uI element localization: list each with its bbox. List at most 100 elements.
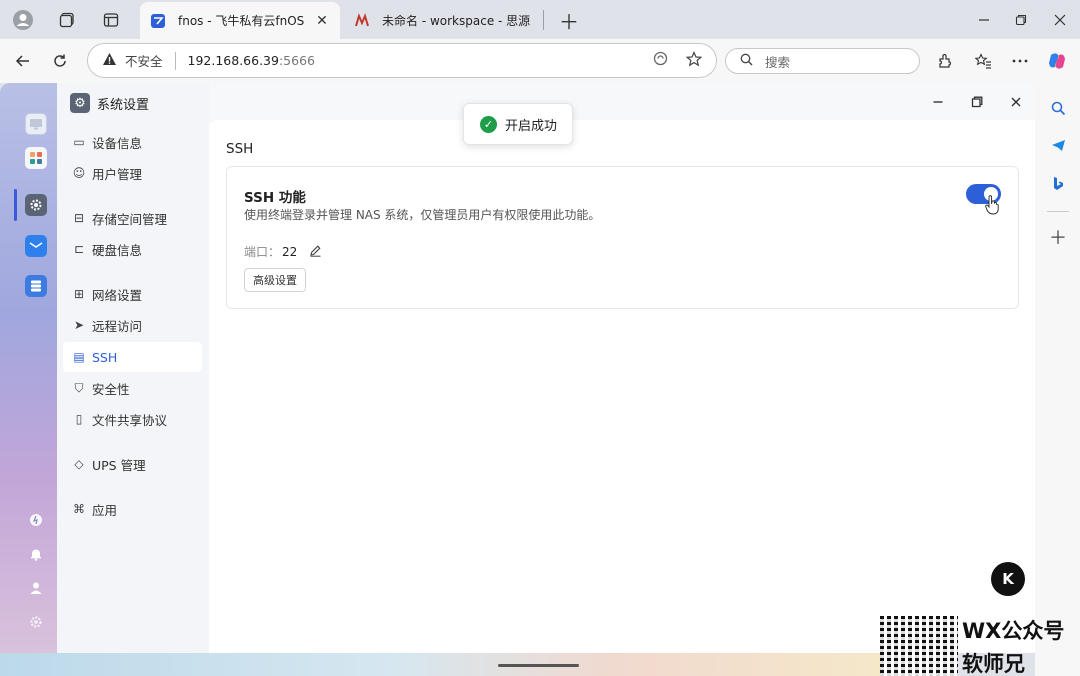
menu-item-label: 应用 — [92, 502, 118, 518]
back-icon[interactable] — [11, 49, 35, 73]
url-port: :5666 — [278, 53, 315, 68]
menu-item-user-management[interactable]: ☺ 用户管理 — [63, 158, 202, 188]
app-center-icon[interactable] — [25, 147, 47, 169]
menu-item-ssh[interactable]: ▤ SSH — [63, 342, 202, 372]
taskbar-strip — [0, 653, 880, 676]
advanced-settings-button[interactable]: 高级设置 — [244, 268, 306, 292]
ssh-description: 使用终端登录并管理 NAS 系统，仅管理员用户有权限使用此功能。 — [244, 208, 601, 222]
tab-title: fnos - 飞牛私有云fnOS — [178, 14, 305, 28]
dock-settings-icon[interactable] — [25, 611, 47, 633]
success-toast: ✓ 开启成功 — [463, 103, 573, 145]
tab-separator — [543, 10, 544, 30]
restore-icon[interactable] — [1009, 8, 1033, 32]
telegram-send-icon[interactable] — [1048, 135, 1068, 155]
menu-item-label: 设备信息 — [92, 135, 143, 151]
section-title: SSH — [226, 141, 254, 157]
menu-item-file-sharing[interactable]: ▯ 文件共享协议 — [63, 404, 202, 434]
settings-sidebar: ⚙ 系统设置 ▭ 设备信息 ☺ 用户管理 ⊟ 存储空间管理 ⊏ 硬盘信息 ⊞ 网… — [57, 83, 209, 653]
monitor-icon: ▭ — [73, 135, 85, 149]
menu-item-label: 用户管理 — [92, 166, 143, 182]
copilot-icon[interactable] — [1045, 49, 1069, 73]
refresh-icon[interactable] — [48, 49, 72, 73]
port-value: 22 — [282, 244, 298, 259]
settings-app-icon[interactable] — [25, 194, 47, 216]
bottom-handle[interactable] — [498, 664, 579, 667]
new-tab-icon[interactable]: ＋ — [557, 8, 581, 34]
tab-siyuan[interactable]: 未命名 - workspace - 思源笔 — [344, 2, 540, 39]
menu-item-label: SSH — [92, 349, 118, 365]
menu-item-label: UPS 管理 — [92, 457, 146, 473]
menu-item-label: 存储空间管理 — [92, 211, 168, 227]
close-tab-icon[interactable]: ✕ — [314, 13, 330, 29]
search-icon — [740, 53, 753, 70]
side-panel-separator — [1047, 211, 1069, 212]
menu-item-label: 网络设置 — [92, 287, 143, 303]
menu-item-label: 硬盘信息 — [92, 242, 143, 258]
insecure-label: 不安全 — [125, 54, 163, 69]
add-panel-icon[interactable]: ＋ — [1048, 227, 1068, 249]
more-icon[interactable] — [1008, 49, 1032, 73]
app-close-icon[interactable] — [1007, 93, 1025, 111]
desktop-dock — [0, 83, 57, 653]
menu-item-apps[interactable]: ⌘ 应用 — [63, 494, 202, 524]
success-check-icon: ✓ — [480, 115, 497, 133]
menu-item-disk-info[interactable]: ⊏ 硬盘信息 — [63, 234, 202, 264]
edit-pencil-icon[interactable] — [309, 244, 322, 260]
tab-actions-icon[interactable] — [99, 8, 123, 32]
favorites-icon[interactable] — [971, 49, 995, 73]
app-title: ⚙ 系统设置 — [70, 93, 149, 113]
floating-k-badge[interactable]: K — [991, 562, 1025, 596]
port-label: 端口： — [244, 245, 281, 259]
favorite-star-icon[interactable] — [685, 50, 703, 71]
ups-icon: ◇ — [74, 457, 84, 471]
network-icon: ⊞ — [73, 287, 85, 301]
tab-fnos[interactable]: fnos - 飞牛私有云fnOS ✕ — [140, 2, 340, 39]
file-icon: ▯ — [75, 412, 83, 426]
address-divider — [174, 51, 176, 70]
menu-item-storage[interactable]: ⊟ 存储空间管理 — [63, 203, 202, 233]
bing-icon[interactable] — [1048, 173, 1068, 193]
disk-icon: ⊏ — [73, 242, 85, 256]
profile-icon[interactable] — [11, 8, 35, 32]
sidebar-search-icon[interactable] — [1048, 98, 1068, 118]
app-title-text: 系统设置 — [97, 97, 150, 113]
storage-app-icon[interactable] — [25, 275, 47, 297]
warning-icon — [102, 52, 117, 70]
minimize-icon[interactable] — [972, 8, 996, 32]
tab-title: 未命名 - workspace - 思源笔 — [382, 14, 530, 28]
watermark-line2: 软师兄 — [962, 652, 1025, 676]
performance-icon[interactable] — [25, 509, 47, 531]
shield-icon: ⛉ — [74, 380, 84, 395]
ssh-panel: SSH SSH 功能 使用终端登录并管理 NAS 系统，仅管理员用户有权限使用此… — [209, 120, 1035, 653]
menu-item-ups[interactable]: ◇ UPS 管理 — [63, 449, 202, 479]
browser-search-input[interactable]: 搜索 — [725, 48, 920, 74]
notification-bell-icon[interactable] — [25, 543, 47, 565]
menu-item-device-info[interactable]: ▭ 设备信息 — [63, 127, 202, 157]
port-row: 端口： 22 — [244, 243, 322, 260]
mail-app-icon[interactable] — [25, 235, 47, 257]
user-account-icon[interactable] — [25, 577, 47, 599]
send-icon: ➤ — [73, 318, 85, 332]
toast-message: 开启成功 — [505, 118, 558, 134]
user-icon: ☺ — [72, 166, 86, 180]
menu-item-label: 远程访问 — [92, 318, 143, 334]
qr-code-image — [880, 616, 958, 676]
app-restore-icon[interactable] — [968, 93, 986, 111]
siyuan-favicon-icon — [354, 12, 370, 29]
collections-icon[interactable] — [55, 8, 79, 32]
extensions-icon[interactable] — [933, 49, 957, 73]
menu-item-security[interactable]: ⛉ 安全性 — [63, 373, 202, 403]
menu-item-remote-access[interactable]: ➤ 远程访问 — [63, 310, 202, 340]
menu-item-network[interactable]: ⊞ 网络设置 — [63, 279, 202, 309]
address-bar[interactable]: 不安全 192.168.66.39 :5666 — [87, 43, 717, 78]
search-placeholder: 搜索 — [765, 54, 791, 70]
read-aloud-icon[interactable] — [653, 51, 668, 71]
close-window-icon[interactable] — [1048, 8, 1072, 32]
app-minimize-icon[interactable] — [929, 93, 947, 111]
settings-gear-icon: ⚙ — [70, 93, 90, 113]
storage-icon: ⊟ — [73, 211, 85, 225]
url-host: 192.168.66.39 — [187, 53, 279, 68]
settings-content: SSH SSH 功能 使用终端登录并管理 NAS 系统，仅管理员用户有权限使用此… — [209, 83, 1035, 653]
monitor-app-icon[interactable] — [25, 113, 47, 135]
browser-nav-bar: 不安全 192.168.66.39 :5666 搜索 — [0, 39, 1080, 83]
